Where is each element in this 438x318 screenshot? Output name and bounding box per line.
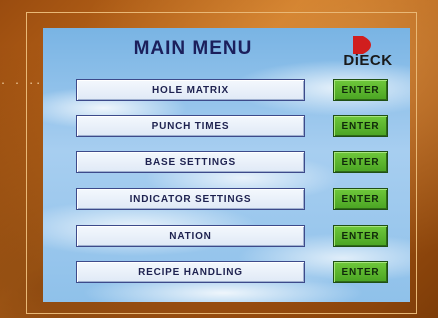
menu-row-recipe-handling: RECIPE HANDLING ENTER xyxy=(43,261,410,285)
nation-enter-button[interactable]: ENTER xyxy=(333,225,388,247)
indicator-settings-enter-button[interactable]: ENTER xyxy=(333,188,388,210)
nation-button[interactable]: NATION xyxy=(76,225,305,247)
indicator-settings-button[interactable]: INDICATOR SETTINGS xyxy=(76,188,305,210)
menu-row-nation: NATION ENTER xyxy=(43,225,410,249)
menu-row-punch-times: PUNCH TIMES ENTER xyxy=(43,115,410,139)
hole-matrix-button[interactable]: HOLE MATRIX xyxy=(76,79,305,101)
page-title: MAIN MENU xyxy=(133,38,253,59)
recipe-handling-enter-button[interactable]: ENTER xyxy=(333,261,388,283)
menu-row-hole-matrix: HOLE MATRIX ENTER xyxy=(43,79,410,103)
punch-times-enter-button[interactable]: ENTER xyxy=(333,115,388,137)
logo-text: DiECK xyxy=(343,52,393,69)
hole-matrix-enter-button[interactable]: ENTER xyxy=(333,79,388,101)
punch-times-button[interactable]: PUNCH TIMES xyxy=(76,115,305,137)
recipe-handling-button[interactable]: RECIPE HANDLING xyxy=(76,261,305,283)
decorative-dots: . . .. xyxy=(0,76,43,87)
brand-logo: DiECK xyxy=(333,36,403,72)
base-settings-enter-button[interactable]: ENTER xyxy=(333,151,388,173)
menu-row-indicator-settings: INDICATOR SETTINGS ENTER xyxy=(43,188,410,212)
main-menu-panel: MAIN MENU DiECK HOLE MATRIX ENTER PUNCH … xyxy=(43,28,410,302)
base-settings-button[interactable]: BASE SETTINGS xyxy=(76,151,305,173)
menu-row-base-settings: BASE SETTINGS ENTER xyxy=(43,151,410,175)
